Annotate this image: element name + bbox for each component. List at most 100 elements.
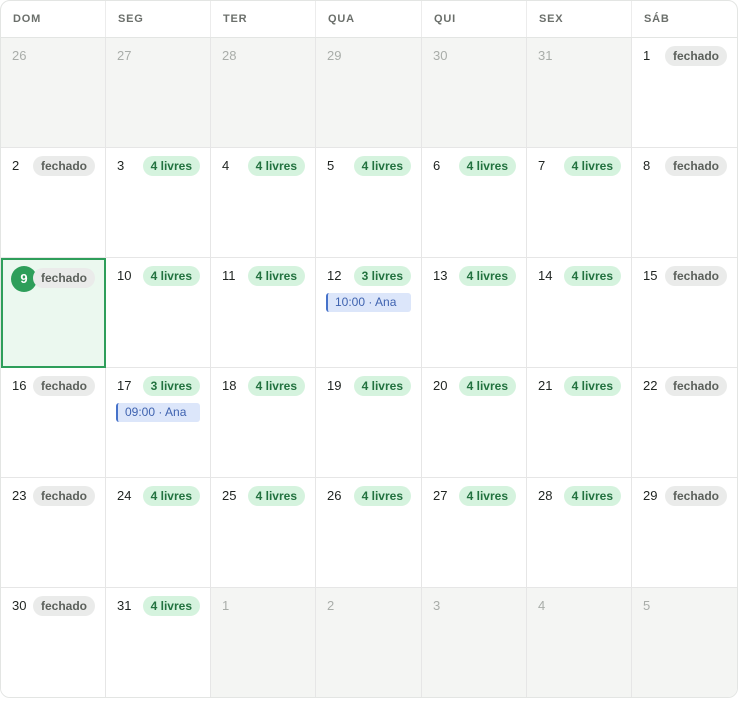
day-number: 29 [643,488,658,503]
day-cell-outside-month: 31 [527,38,632,148]
closed-badge: fechado [664,46,727,66]
day-number: 13 [433,268,448,283]
day-number: 19 [327,378,342,393]
availability-badge: 3 livres [353,266,411,286]
day-cell[interactable]: 28 4 livres [527,478,632,588]
day-number: 6 [433,158,441,173]
day-cell[interactable]: 24 4 livres [106,478,211,588]
day-number: 8 [643,158,651,173]
closed-badge: fechado [664,486,727,506]
day-cell[interactable]: 23 fechado [1,478,106,588]
weekday-label: SEG [106,1,211,37]
day-cell[interactable]: 2 fechado [1,148,106,258]
day-cell[interactable]: 20 4 livres [422,368,527,478]
availability-badge: 4 livres [563,156,621,176]
day-cell[interactable]: 18 4 livres [211,368,316,478]
closed-badge: fechado [32,156,95,176]
day-cell[interactable]: 22 fechado [632,368,737,478]
day-cell-outside-month: 27 [106,38,211,148]
availability-badge: 4 livres [247,156,305,176]
weekday-label: DOM [1,1,106,37]
day-number: 31 [117,598,132,613]
day-number: 3 [433,598,441,613]
day-number: 18 [222,378,237,393]
day-cell[interactable]: 1 fechado [632,38,737,148]
day-number: 2 [12,158,20,173]
day-cell-outside-month: 29 [316,38,422,148]
closed-badge: fechado [32,268,95,288]
availability-badge: 4 livres [353,156,411,176]
day-cell[interactable]: 25 4 livres [211,478,316,588]
day-number: 22 [643,378,658,393]
day-cell[interactable]: 17 3 livres 09:00 · Ana [106,368,211,478]
day-cell[interactable]: 6 4 livres [422,148,527,258]
availability-badge: 4 livres [142,486,200,506]
weekday-label: TER [211,1,316,37]
day-cell-outside-month: 4 [527,588,632,697]
appointment-chip[interactable]: 10:00 · Ana [326,293,411,312]
day-cell-today[interactable]: 9 fechado [1,258,106,368]
day-cell[interactable]: 16 fechado [1,368,106,478]
closed-badge: fechado [664,156,727,176]
availability-badge: 4 livres [142,156,200,176]
day-number: 5 [643,598,651,613]
day-number: 14 [538,268,553,283]
day-cell[interactable]: 4 4 livres [211,148,316,258]
appointment-chip[interactable]: 09:00 · Ana [116,403,200,422]
day-cell-outside-month: 1 [211,588,316,697]
day-cell-outside-month: 26 [1,38,106,148]
day-number: 2 [327,598,335,613]
day-number: 7 [538,158,546,173]
availability-badge: 4 livres [563,376,621,396]
day-number: 11 [222,268,236,283]
day-cell[interactable]: 26 4 livres [316,478,422,588]
day-number: 25 [222,488,237,503]
closed-badge: fechado [32,596,95,616]
day-number: 5 [327,158,335,173]
day-cell[interactable]: 5 4 livres [316,148,422,258]
availability-badge: 4 livres [458,156,516,176]
day-number: 16 [12,378,27,393]
day-cell[interactable]: 21 4 livres [527,368,632,478]
day-cell[interactable]: 10 4 livres [106,258,211,368]
day-number: 1 [643,48,651,63]
day-cell-outside-month: 5 [632,588,737,697]
day-number: 17 [117,378,132,393]
day-cell[interactable]: 7 4 livres [527,148,632,258]
day-number: 27 [117,48,132,63]
day-cell[interactable]: 27 4 livres [422,478,527,588]
weekday-header: DOM SEG TER QUA QUI SEX SÁB [1,1,737,38]
day-cell[interactable]: 15 fechado [632,258,737,368]
day-cell-outside-month: 30 [422,38,527,148]
month-calendar: DOM SEG TER QUA QUI SEX SÁB 26 27 28 29 30 31… [0,0,738,698]
availability-badge: 4 livres [458,266,516,286]
weekday-label: SEX [527,1,632,37]
availability-badge: 3 livres [142,376,200,396]
day-number: 31 [538,48,553,63]
closed-badge: fechado [664,266,727,286]
day-cell[interactable]: 13 4 livres [422,258,527,368]
day-cell[interactable]: 31 4 livres [106,588,211,697]
availability-badge: 4 livres [142,596,200,616]
day-number: 30 [433,48,448,63]
day-number: 4 [222,158,230,173]
day-cell[interactable]: 19 4 livres [316,368,422,478]
day-cell[interactable]: 11 4 livres [211,258,316,368]
day-cell[interactable]: 30 fechado [1,588,106,697]
weekday-label: QUI [422,1,527,37]
day-cell[interactable]: 29 fechado [632,478,737,588]
availability-badge: 4 livres [563,266,621,286]
day-cell[interactable]: 8 fechado [632,148,737,258]
day-number: 23 [12,488,27,503]
day-cell[interactable]: 14 4 livres [527,258,632,368]
availability-badge: 4 livres [563,486,621,506]
day-cell[interactable]: 3 4 livres [106,148,211,258]
day-number: 24 [117,488,132,503]
day-grid: 26 27 28 29 30 31 1 fechado 2 fechado 3 4 livres 4 4 … [1,38,737,697]
day-cell[interactable]: 12 3 livres 10:00 · Ana [316,258,422,368]
day-cell-outside-month: 2 [316,588,422,697]
day-number: 15 [643,268,658,283]
weekday-label: QUA [316,1,422,37]
day-number: 1 [222,598,230,613]
day-number: 12 [327,268,342,283]
